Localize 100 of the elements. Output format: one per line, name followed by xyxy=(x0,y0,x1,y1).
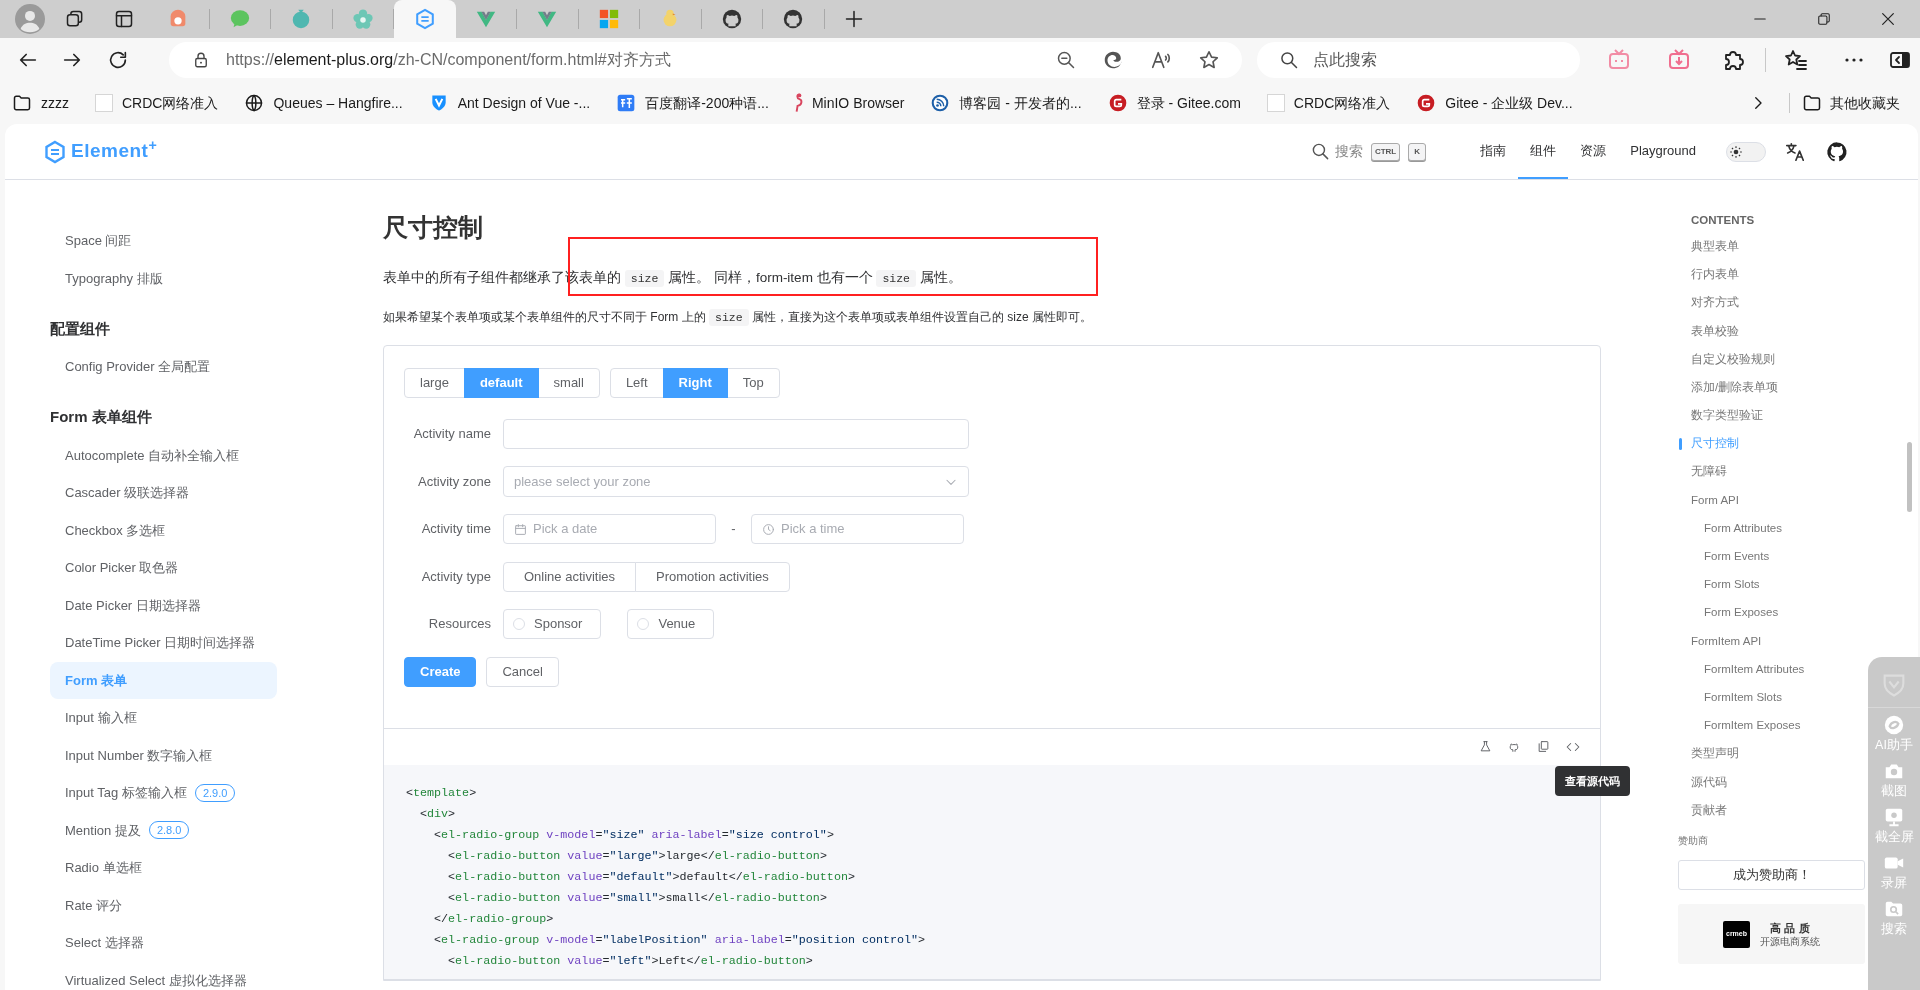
sponsor-subtitle: 开源电商系统 xyxy=(1760,934,1820,948)
sidebar-item[interactable]: Input Number 数字输入框 xyxy=(50,736,277,774)
sidebar-item[interactable]: Color Picker 取色器 xyxy=(50,549,277,587)
toc-link[interactable]: 典型表单 xyxy=(1691,235,1739,259)
bookmark[interactable]: 博客园 - 开发者的... xyxy=(930,92,1082,114)
bookmark[interactable]: zzzz xyxy=(12,92,69,114)
bookmark[interactable]: MinIO Browser xyxy=(794,92,905,114)
copy-icon[interactable] xyxy=(1537,740,1550,753)
toc-link[interactable]: 数字类型验证 xyxy=(1691,404,1763,428)
sidebar-item[interactable]: Checkbox 多选框 xyxy=(50,511,277,549)
radio-option[interactable]: Sponsor xyxy=(503,609,602,639)
radio-button[interactable]: Top xyxy=(726,368,780,398)
date-input[interactable]: Pick a date xyxy=(533,519,703,539)
read-aloud-icon[interactable] xyxy=(1150,49,1172,71)
sidebar-item[interactable]: Input Tag 标签输入框 2.9.0 xyxy=(50,774,277,812)
star-icon[interactable] xyxy=(1198,49,1220,71)
nav-link[interactable]: 指南 xyxy=(1468,124,1519,179)
code-line: <el-radio-button value="default">default</el-radio-button> xyxy=(447,868,855,886)
checkbox-button[interactable]: Online activities xyxy=(503,561,637,592)
sidebar-item[interactable]: Virtualized Select 虚拟化选择器 xyxy=(50,961,277,990)
favorites-icon[interactable] xyxy=(1784,48,1808,72)
sponsor-button[interactable]: 成为赞助商！ xyxy=(1678,860,1865,891)
sidebar-item[interactable]: Mention 提及 2.8.0 xyxy=(50,811,277,849)
search-input[interactable]: 点此搜索 xyxy=(1313,48,1543,72)
tab-actions-icon[interactable] xyxy=(114,9,134,29)
text-input[interactable] xyxy=(503,419,969,449)
toc-link[interactable]: FormItem Exposes xyxy=(1704,714,1801,738)
bookmark[interactable]: CRDC网络准入 xyxy=(1266,92,1391,114)
sidebar-item[interactable]: Typography 排版 xyxy=(50,259,277,297)
theme-switch[interactable] xyxy=(1726,141,1766,162)
date-field[interactable]: Pick a date xyxy=(503,514,716,544)
sidebar-item[interactable]: Space 间距 xyxy=(50,222,277,260)
nav-link[interactable]: Playground xyxy=(1618,124,1708,179)
swirl-logo-icon[interactable] xyxy=(1102,49,1124,71)
nav-link[interactable]: 组件 xyxy=(1518,124,1569,179)
sidebar-item[interactable]: Input 输入框 xyxy=(50,699,277,737)
bookmark[interactable]: Queues – Hangfire... xyxy=(244,92,403,114)
workspaces-icon[interactable] xyxy=(65,9,85,29)
toc-link[interactable]: 类型声明 xyxy=(1691,742,1739,766)
radio-button[interactable]: small xyxy=(537,368,600,398)
address-bar[interactable]: https://element-plus.org/zh-CN/component/form.html#对齐方式 xyxy=(169,42,1242,78)
sidebar-item[interactable]: Select 选择器 xyxy=(50,924,277,962)
bookmark[interactable]: Ant Design of Vue -... xyxy=(428,92,591,114)
sidebar-item[interactable]: Rate 评分 xyxy=(50,886,277,924)
sidebar-item[interactable]: Radio 单选框 xyxy=(50,849,277,887)
toc-link[interactable]: 源代码 xyxy=(1691,770,1727,794)
sidebar-heading: Form 表单组件 xyxy=(50,407,153,428)
translate-icon[interactable] xyxy=(1784,140,1806,163)
time-field[interactable]: Pick a time xyxy=(751,514,964,544)
radio-option[interactable]: Venue xyxy=(627,609,715,639)
toc-link[interactable]: 无障碍 xyxy=(1691,460,1727,484)
refresh-icon[interactable] xyxy=(107,49,129,71)
close-icon[interactable] xyxy=(1880,11,1896,27)
cat-icon xyxy=(782,8,805,30)
sidebar-item[interactable]: Autocomplete 自动补全输入框 xyxy=(50,436,277,474)
zoom-out-icon[interactable] xyxy=(1056,50,1076,70)
checkbox-button[interactable]: Promotion activities xyxy=(635,561,790,592)
scrollbar-thumb[interactable] xyxy=(1907,442,1912,512)
keyboard-key: CTRL xyxy=(1370,142,1401,161)
globe-icon xyxy=(244,93,265,113)
toc-link[interactable]: Form Exposes xyxy=(1704,601,1779,625)
bookmark-folder[interactable]: 其他收藏夹 xyxy=(1802,92,1900,114)
cancel-button[interactable]: Cancel xyxy=(486,656,559,687)
toc-link[interactable]: 贡献者 xyxy=(1691,798,1727,822)
feed-circle-icon xyxy=(930,93,951,113)
sidebar-heading: 配置组件 xyxy=(50,318,111,339)
flask-icon[interactable] xyxy=(1479,740,1492,753)
toc-link[interactable]: 自定义校验规则 xyxy=(1691,347,1775,371)
search-icon xyxy=(1310,142,1330,161)
bookmark[interactable]: 登录 - Gitee.com xyxy=(1107,92,1241,114)
toc-link[interactable]: FormItem Attributes xyxy=(1704,657,1805,681)
avatar-icon[interactable] xyxy=(15,4,45,34)
search-field[interactable]: 点此搜索 xyxy=(1257,42,1580,78)
toc-link[interactable]: Form Attributes xyxy=(1704,516,1782,541)
toc-link[interactable]: 对齐方式 xyxy=(1691,291,1739,315)
toc-link[interactable]: FormItem Slots xyxy=(1704,686,1782,710)
toc-link[interactable]: Form Slots xyxy=(1704,573,1760,597)
new-tab-icon[interactable] xyxy=(843,9,864,29)
restore-icon[interactable] xyxy=(1817,12,1831,26)
nav-link[interactable]: 资源 xyxy=(1568,124,1619,179)
toc-link[interactable]: 添加/删除表单项 xyxy=(1691,375,1779,400)
folder-icon xyxy=(12,93,32,113)
cat-logo-icon[interactable] xyxy=(1826,140,1848,163)
sidebar-item[interactable]: DateTime Picker 日期时间选择器 xyxy=(50,624,277,662)
time-input[interactable]: Pick a time xyxy=(781,519,951,539)
radio-button[interactable]: large xyxy=(404,368,465,398)
toc-link[interactable]: 行内表单 xyxy=(1691,263,1739,287)
bookmark[interactable]: Gitee - 企业级 Dev... xyxy=(1416,92,1573,114)
toc-link[interactable]: Form Events xyxy=(1704,545,1770,569)
sidebar-item[interactable]: Config Provider 全局配置 xyxy=(50,348,277,386)
toc-link[interactable]: Form API xyxy=(1691,488,1739,512)
bookmark[interactable]: 百度翻译-200种语... xyxy=(616,92,769,114)
bookmark[interactable]: CRDC网络准入 xyxy=(95,92,219,114)
sidebar-item[interactable]: Cascader 级联选择器 xyxy=(50,474,277,512)
toc-link[interactable]: FormItem API xyxy=(1691,629,1762,653)
search-button[interactable]: 搜索 CTRL K xyxy=(1310,141,1427,162)
tv-download-icon[interactable] xyxy=(1667,48,1691,72)
sidebar-item[interactable]: Date Picker 日期选择器 xyxy=(50,586,277,624)
toc-link[interactable]: 表单校验 xyxy=(1691,319,1739,343)
radio-button[interactable]: Left xyxy=(609,368,664,398)
